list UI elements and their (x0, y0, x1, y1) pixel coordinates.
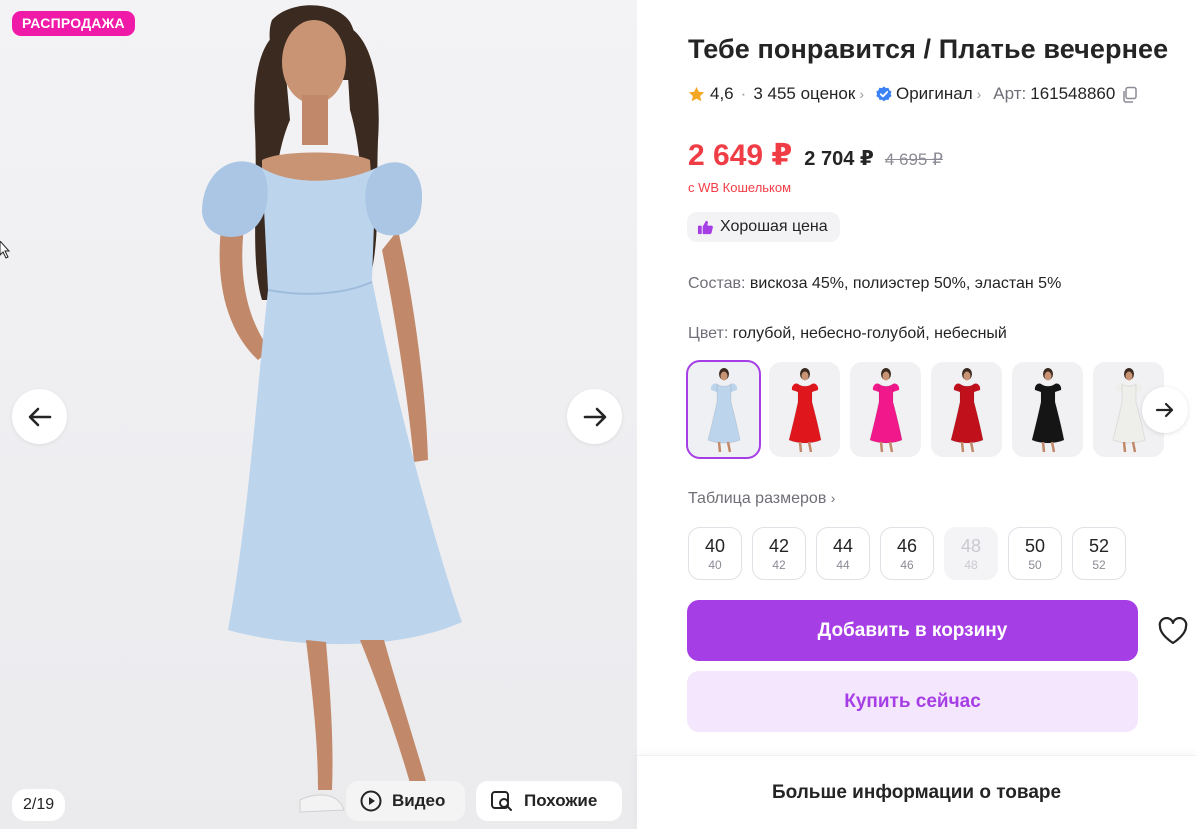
arrow-right-icon (583, 407, 606, 426)
price-old: 4 695 ₽ (884, 150, 943, 169)
add-to-cart-button[interactable]: Добавить в корзину (687, 600, 1138, 661)
product-meta-row: 4,6 · 3 455 оценок › Оригинал › Арт: 161… (688, 84, 1138, 104)
size-ru-value: 44 (836, 557, 850, 572)
product-title: Тебе понравится / Платье вечернее (688, 34, 1169, 64)
arrow-right-icon (1155, 402, 1174, 418)
size-option: 48 48 (944, 527, 998, 580)
color-swatch[interactable] (686, 360, 761, 459)
size-option[interactable]: 40 40 (688, 527, 742, 580)
article-value: 161548860 (1030, 84, 1116, 103)
gallery-next-button[interactable] (567, 389, 622, 444)
chevron-right-icon: › (830, 490, 836, 506)
video-label: Видео (392, 791, 446, 810)
video-button[interactable]: Видео (346, 781, 465, 821)
good-price-label: Хорошая цена (720, 218, 828, 235)
size-ru-value: 46 (900, 557, 914, 572)
size-ru-value: 48 (964, 557, 978, 572)
composition-row: Состав: вискоза 45%, полиэстер 50%, элас… (688, 275, 1061, 293)
price-regular: 2 704 ₽ (804, 148, 874, 170)
copy-icon[interactable] (1121, 86, 1138, 103)
similar-label: Похожие (524, 791, 598, 810)
buy-now-button[interactable]: Купить сейчас (687, 671, 1138, 732)
mouse-cursor-icon (0, 241, 10, 259)
arrow-left-icon (28, 407, 51, 426)
size-selector: 40 40 42 42 44 44 46 46 48 48 50 50 52 52 (688, 527, 1126, 580)
more-info-button[interactable]: Больше информации о товаре (637, 755, 1196, 829)
swatches-next-button[interactable] (1142, 387, 1188, 433)
swatch-thumbnail (707, 368, 741, 453)
color-swatch[interactable] (850, 362, 921, 457)
color-swatch[interactable] (931, 362, 1002, 457)
size-value: 50 (1024, 535, 1046, 556)
chevron-right-icon: › (976, 86, 982, 102)
product-info-panel: Тебе понравится / Платье вечернее 4,6 · … (637, 0, 1196, 829)
wallet-note: с WB Кошельком (688, 180, 792, 195)
thumbs-up-icon (697, 220, 713, 234)
size-ru-value: 42 (772, 557, 786, 572)
size-table-link[interactable]: Таблица размеров › (688, 490, 835, 508)
size-ru-value: 40 (708, 557, 722, 572)
favorite-button[interactable] (1156, 614, 1190, 648)
swatch-thumbnail (788, 368, 822, 453)
size-ru-value: 52 (1092, 557, 1106, 572)
product-photo (202, 5, 462, 813)
original-link[interactable]: Оригинал (896, 84, 973, 104)
color-value: голубой, небесно-голубой, небесный (732, 325, 1007, 342)
color-label: Цвет: (688, 325, 729, 342)
separator-dot: · (740, 84, 747, 103)
size-value: 48 (960, 535, 982, 556)
size-option[interactable]: 50 50 (1008, 527, 1062, 580)
search-similar-icon (491, 791, 512, 811)
play-icon (360, 790, 382, 812)
color-swatch[interactable] (1012, 362, 1083, 457)
article-label: Арт: (993, 84, 1027, 103)
size-value: 42 (768, 535, 790, 556)
size-value: 46 (896, 535, 918, 556)
swatch-thumbnail (869, 368, 903, 453)
sale-badge: РАСПРОДАЖА (12, 11, 135, 36)
price-block: 2 649 ₽ 2 704 ₽ 4 695 ₽ (688, 138, 943, 173)
size-value: 40 (704, 535, 726, 556)
composition-value: вискоза 45%, полиэстер 50%, эластан 5% (749, 275, 1062, 292)
color-swatches (686, 360, 1164, 459)
heart-icon (1158, 617, 1188, 645)
color-row: Цвет: голубой, небесно-голубой, небесный (688, 325, 1007, 343)
similar-button[interactable]: Похожие (476, 781, 622, 821)
verified-badge-icon (876, 86, 892, 102)
size-value: 44 (832, 535, 854, 556)
swatch-thumbnail (950, 368, 984, 453)
size-table-label: Таблица размеров (688, 490, 827, 507)
size-ru-value: 50 (1028, 557, 1042, 572)
size-option[interactable]: 44 44 (816, 527, 870, 580)
star-icon (688, 86, 705, 101)
size-option[interactable]: 46 46 (880, 527, 934, 580)
gallery-prev-button[interactable] (12, 389, 67, 444)
good-price-badge[interactable]: Хорошая цена (687, 212, 840, 242)
size-option[interactable]: 42 42 (752, 527, 806, 580)
rating-value: 4,6 (710, 84, 734, 103)
gallery-counter: 2/19 (12, 789, 66, 821)
price-wallet: 2 649 ₽ (688, 139, 793, 172)
product-gallery: РАСПРОДАЖА 2/19 Видео Похожие (0, 0, 637, 829)
size-value: 52 (1088, 535, 1110, 556)
size-option[interactable]: 52 52 (1072, 527, 1126, 580)
composition-label: Состав: (688, 275, 746, 292)
chevron-right-icon: › (859, 86, 864, 102)
color-swatch[interactable] (769, 362, 840, 457)
swatch-thumbnail (1031, 368, 1065, 453)
reviews-link[interactable]: 3 455 оценок (753, 84, 855, 104)
